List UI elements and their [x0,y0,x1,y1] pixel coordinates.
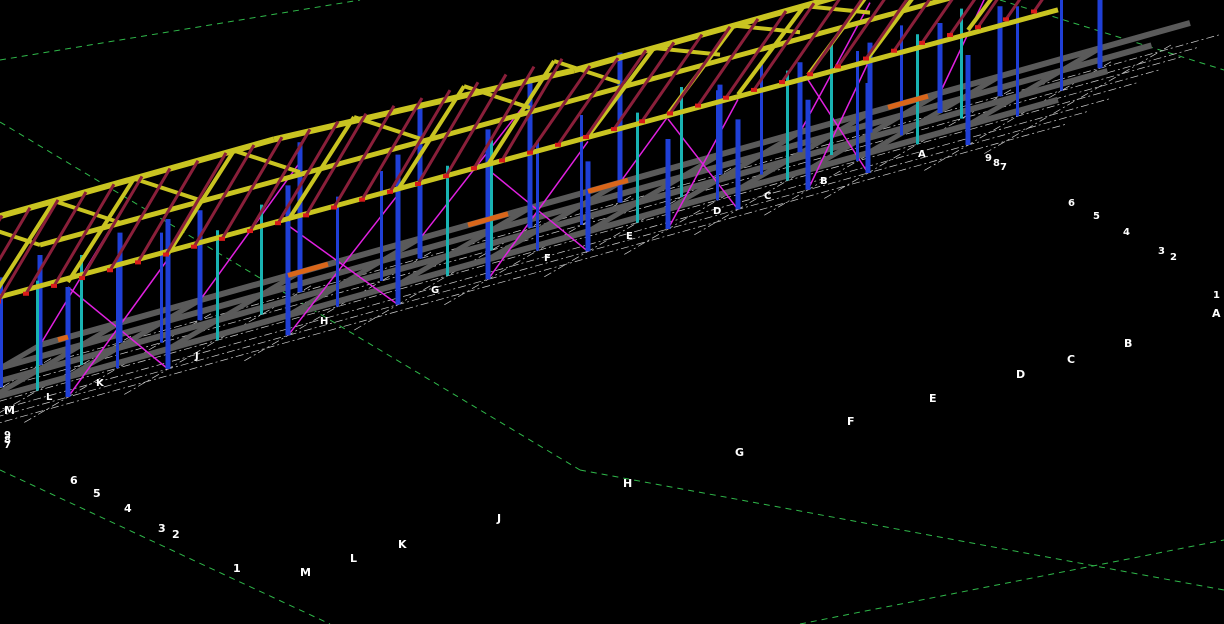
purlin-end-cap [723,95,729,100]
purlin-end-cap [387,189,393,194]
purlin-end-cap [667,111,673,116]
structural-3d-model-view[interactable]: M 9 8 7 6 5 4 3 2 1 M L K J H G F E D C … [0,0,1224,624]
purlin-end-cap [471,166,477,171]
model-label-7: 7 [1000,162,1007,173]
purlin-end-cap [527,150,533,155]
grid-label-C-bottom: C [1067,353,1075,366]
purlin-end-cap [331,205,337,210]
grid-label-2-left: 2 [172,528,180,541]
purlin-end-cap [1003,17,1009,22]
purlin-end-cap [611,127,617,132]
model-label-5: 5 [1093,211,1100,222]
model-label-G: G [431,285,439,296]
grid-label-7-left: 7 [4,440,11,451]
grid-label-L-bottom: L [350,552,357,565]
grid-label-A-bottom: A [1212,307,1221,320]
purlin-end-cap [863,56,869,61]
model-label-E: E [626,231,633,242]
grid-label-G-bottom: G [735,446,744,459]
purlin-end-cap [499,158,505,163]
grid-label-5-left: 5 [93,487,101,500]
model-label-A: A [918,149,926,160]
purlin-end-cap [639,119,645,124]
model-label-B: B [820,176,828,187]
purlin-end-cap [443,174,449,179]
grid-label-J-bottom: J [496,512,501,525]
model-label-4: 4 [1123,227,1130,238]
model-label-6: 6 [1068,198,1075,209]
purlin-end-cap [107,268,113,273]
purlin-end-cap [695,103,701,108]
grid-label-H-bottom: H [623,477,632,490]
purlin-end-cap [79,276,85,281]
purlin-end-cap [191,244,197,249]
purlin-end-cap [23,291,29,296]
purlin-end-cap [247,229,253,234]
grid-label-6-left: 6 [70,474,78,487]
purlin-end-cap [779,80,785,85]
model-label-2: 2 [1170,252,1177,263]
purlin-end-cap [583,134,589,139]
purlin-end-cap [947,33,953,38]
grid-label-K-bottom: K [398,538,407,551]
purlin-end-cap [359,197,365,202]
model-label-C: C [764,191,771,202]
grid-label-F-bottom: F [847,415,855,428]
model-label-L: L [46,392,53,403]
purlin-end-cap [555,142,561,147]
purlin-end-cap [303,213,309,218]
model-label-J: J [194,351,199,362]
model-label-K: K [96,378,105,389]
tie-beam-0 [57,334,69,343]
purlin-end-cap [1031,9,1037,14]
purlin-end-cap [891,48,897,53]
purlin-end-cap [751,87,757,92]
purlin-end-cap [51,283,57,288]
purlin-end-cap [0,299,1,304]
model-label-D: D [713,206,721,217]
model-label-3: 3 [1158,246,1165,257]
purlin-end-cap [835,64,841,69]
purlin-end-cap [919,40,925,45]
purlin-end-cap [975,25,981,30]
purlin-end-cap [415,182,421,186]
purlin-end-cap [219,236,225,241]
grid-label-3-left: 3 [158,522,166,535]
model-label-1-right: 1 [1213,290,1220,301]
purlin-end-cap [807,72,813,77]
purlin-end-cap [163,252,169,257]
grid-label-D-bottom: D [1016,368,1025,381]
model-label-9: 9 [985,153,992,164]
model-label-F: F [544,253,551,264]
model-label-H: H [320,316,328,327]
grid-label-1-left: 1 [233,562,241,575]
grid-label-B-bottom: B [1124,337,1132,350]
grid-label-M-left: M [4,404,15,417]
grid-label-E-bottom: E [929,392,937,405]
purlin-end-cap [275,221,281,226]
grid-label-4-left: 4 [124,502,132,515]
grid-label-M-bottom: M [300,566,311,579]
model-label-8: 8 [993,158,1000,169]
purlin-end-cap [135,260,141,265]
